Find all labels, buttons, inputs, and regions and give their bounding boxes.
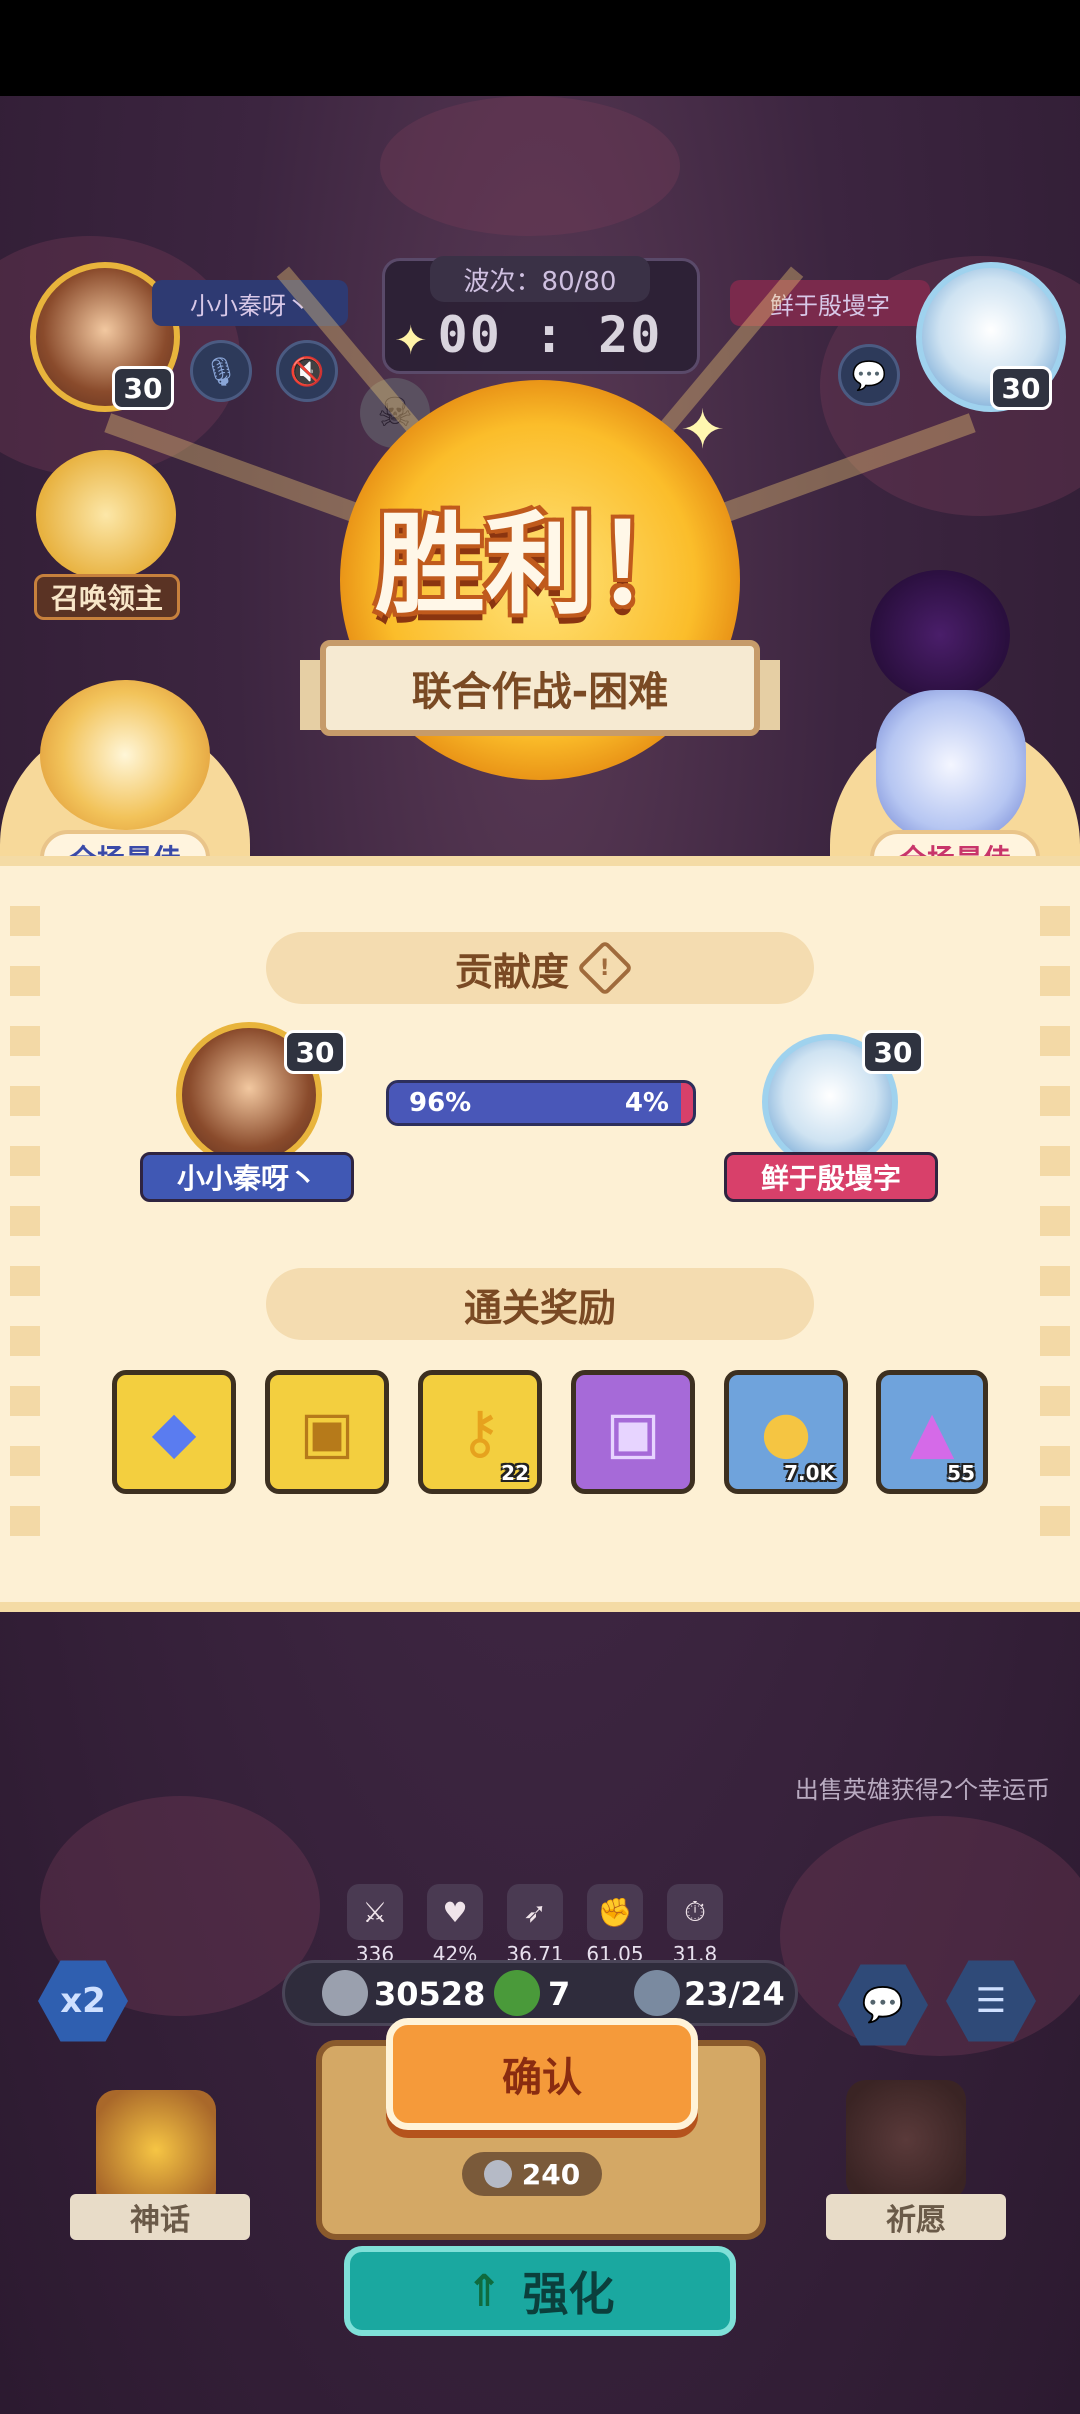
- stopwatch-icon: ⏱: [667, 1884, 723, 1940]
- reward-gold-chest[interactable]: ▣: [265, 1370, 389, 1494]
- stat-crit: ♥ 42%: [424, 1884, 486, 1966]
- opponent-level-badge: 30: [990, 366, 1052, 410]
- wish-label[interactable]: 祈愿: [826, 2194, 1006, 2240]
- wave-counter: 波次：80/80: [430, 256, 650, 302]
- my-level-badge: 30: [112, 366, 174, 410]
- rewards-title: 通关奖励: [463, 1285, 616, 1330]
- silver-coin-icon: [483, 2160, 512, 2188]
- my-contribution-name: 小小秦呀丶: [140, 1152, 354, 1202]
- reward-coin[interactable]: ● 7.0K: [724, 1370, 848, 1494]
- stat-cooldown: ⏱ 31.8: [664, 1884, 726, 1966]
- summon-cost: 240: [462, 2152, 602, 2196]
- summon-lord-avatar[interactable]: [36, 450, 176, 580]
- my-contribution-level: 30: [284, 1030, 346, 1074]
- info-icon[interactable]: !: [576, 939, 634, 997]
- sword-icon: ⚔: [347, 1884, 403, 1940]
- speaker-off-icon[interactable]: 🔇: [276, 340, 338, 402]
- bow-icon: ➶: [507, 1884, 563, 1940]
- ore-icon: ▲: [909, 1398, 955, 1466]
- coin-icon: ●: [760, 1398, 812, 1466]
- contribution-bar: 96% 4%: [386, 1080, 696, 1126]
- heart-icon: ♥: [427, 1884, 483, 1940]
- opponent-contribution-name: 鲜于殷墁字: [724, 1152, 938, 1202]
- clover-amount: 7: [548, 1975, 571, 2013]
- sell-hint: 出售英雄获得2个幸运币: [794, 1776, 1050, 1804]
- silver-amount: 30528: [374, 1975, 486, 2013]
- gold-chest-icon: ▣: [299, 1398, 355, 1466]
- key-icon: ⚷: [458, 1398, 502, 1466]
- unit-count-icon: [634, 1970, 680, 2016]
- summon-lord-label: 召唤领主: [34, 574, 180, 620]
- silver-coin-icon: [322, 1970, 368, 2016]
- mode-ribbon: 联合作战-困难: [320, 640, 760, 736]
- mvp-hero-right: [876, 690, 1026, 840]
- myth-label[interactable]: 神话: [70, 2194, 250, 2240]
- sparkle-icon: ✦: [394, 318, 428, 364]
- confirm-button[interactable]: 确认: [386, 2018, 698, 2130]
- opponent-percent: 4%: [624, 1088, 669, 1118]
- contribution-header: 贡献度 !: [266, 932, 814, 1004]
- mic-off-icon[interactable]: 🎙: [190, 340, 252, 402]
- clover-coin-icon: [494, 1970, 540, 2016]
- stat-attack: ⚔ 336: [344, 1884, 406, 1966]
- reward-ore[interactable]: ▲ 55: [876, 1370, 988, 1494]
- victory-title: 胜利！: [375, 501, 705, 629]
- upgrade-chevron-icon: ⇑: [465, 2265, 503, 2317]
- reward-crystal[interactable]: ◆: [112, 1370, 236, 1494]
- reward-purple-chest[interactable]: ▣: [571, 1370, 695, 1494]
- my-percent: 96%: [409, 1088, 472, 1118]
- crystal-icon: ◆: [151, 1398, 197, 1466]
- reward-key[interactable]: ⚷ 22: [418, 1370, 542, 1494]
- strengthen-button[interactable]: ⇑ 强化: [344, 2246, 736, 2336]
- black-hole-icon: [870, 570, 1010, 700]
- chat-bubble-icon[interactable]: 💬: [838, 344, 900, 406]
- purple-chest-icon: ▣: [605, 1398, 661, 1466]
- opponent-contribution-level: 30: [862, 1030, 924, 1074]
- myth-altar[interactable]: [96, 2090, 216, 2210]
- stat-speed: ➶ 36.71: [504, 1884, 566, 1966]
- sparkle-icon: ✦: [680, 398, 726, 461]
- rewards-header: 通关奖励: [266, 1268, 814, 1340]
- contribution-title: 贡献度: [454, 949, 569, 994]
- unit-count: 23/24: [684, 1975, 785, 2013]
- wish-altar[interactable]: [846, 2080, 966, 2200]
- mvp-hero-left: [40, 680, 210, 830]
- stat-power: ✊ 61.05: [584, 1884, 646, 1966]
- countdown-timer: 00 : 20: [437, 306, 663, 364]
- fist-icon: ✊: [587, 1884, 643, 1940]
